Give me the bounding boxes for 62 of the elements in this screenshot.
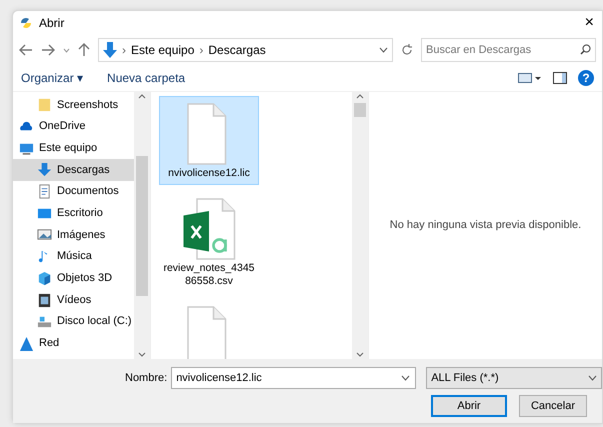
path-segment[interactable]: Este equipo xyxy=(131,41,194,59)
dropdown-caret-icon[interactable] xyxy=(379,47,388,53)
sidebar-item[interactable]: Objetos 3D xyxy=(13,268,134,290)
sidebar-item[interactable]: Descargas xyxy=(13,159,134,181)
spreadsheet-file-icon xyxy=(182,196,236,262)
scrollbar-thumb[interactable] xyxy=(354,103,366,117)
organize-menu[interactable]: Organizar ▾ xyxy=(21,69,84,87)
file-name-label: Nombre: xyxy=(125,370,168,386)
view-options-icon[interactable] xyxy=(518,72,542,84)
refresh-icon[interactable] xyxy=(401,44,413,56)
sidebar-item[interactable]: Red xyxy=(13,332,134,354)
sidebar-item[interactable]: Música xyxy=(13,246,134,268)
scroll-up-icon[interactable] xyxy=(138,94,146,99)
drive-icon xyxy=(37,314,52,330)
doc-icon xyxy=(37,184,52,200)
new-folder-button[interactable]: Nueva carpeta xyxy=(107,69,186,87)
search-icon xyxy=(580,44,591,55)
scrollbar[interactable] xyxy=(134,92,150,359)
scrollbar[interactable] xyxy=(352,92,368,359)
sidebar-item[interactable]: Imágenes xyxy=(13,224,134,246)
file-type-dropdown[interactable]: ALL Files (*.*) xyxy=(426,367,602,389)
close-button[interactable]: × xyxy=(582,15,596,31)
video-icon xyxy=(37,292,52,308)
help-button[interactable]: ? xyxy=(578,70,594,86)
back-arrow-icon[interactable] xyxy=(19,44,33,56)
sidebar-item[interactable]: Vídeos xyxy=(13,289,134,311)
sidebar-item[interactable]: OneDrive xyxy=(13,116,134,138)
scroll-up-icon[interactable] xyxy=(356,94,364,99)
sidebar-item[interactable]: Este equipo xyxy=(13,137,134,160)
file-name: nvivolicense12.lic xyxy=(168,167,250,180)
image-icon xyxy=(37,227,52,242)
download-arrow-icon xyxy=(103,42,117,58)
cancel-button[interactable]: Cancelar xyxy=(519,395,587,417)
sidebar-item[interactable]: Escritorio xyxy=(13,202,134,224)
scroll-down-icon[interactable] xyxy=(138,352,146,357)
sidebar-item[interactable]: Screenshots xyxy=(13,94,134,116)
forward-arrow-icon[interactable] xyxy=(41,44,55,56)
open-button[interactable]: Abrir xyxy=(431,395,507,417)
preview-message: No hay ninguna vista previa disponible. xyxy=(390,218,582,234)
window-title: Abrir xyxy=(39,15,64,32)
preview-pane-icon[interactable] xyxy=(553,72,567,84)
search-field[interactable]: Buscar en Descargas xyxy=(421,38,596,62)
sidebar-item[interactable]: Disco local (C:) xyxy=(13,310,134,333)
up-arrow-icon[interactable] xyxy=(78,43,90,57)
network-icon xyxy=(19,336,34,351)
download-icon xyxy=(37,162,52,178)
path-separator: › xyxy=(199,42,204,59)
path-segment[interactable]: Descargas xyxy=(208,41,266,59)
cube-icon xyxy=(37,270,52,286)
sidebar-item[interactable]: Documentos xyxy=(13,180,134,202)
scrollbar-thumb[interactable] xyxy=(136,156,148,296)
file-item[interactable]: nvivolicense12.lic xyxy=(159,96,259,186)
file-item[interactable]: review_notes_434586558.csv xyxy=(159,191,259,294)
caret-icon[interactable] xyxy=(401,375,410,381)
scroll-down-icon[interactable] xyxy=(356,352,364,357)
caret-icon xyxy=(588,375,597,381)
file-name-field[interactable]: nvivolicense12.lic xyxy=(171,367,416,389)
app-icon xyxy=(19,16,33,30)
path-separator: › xyxy=(122,42,126,59)
file-name: review_notes_434586558.csv xyxy=(162,262,256,288)
folder-icon xyxy=(37,97,52,112)
address-bar[interactable]: › Este equipo › Descargas xyxy=(98,38,393,62)
